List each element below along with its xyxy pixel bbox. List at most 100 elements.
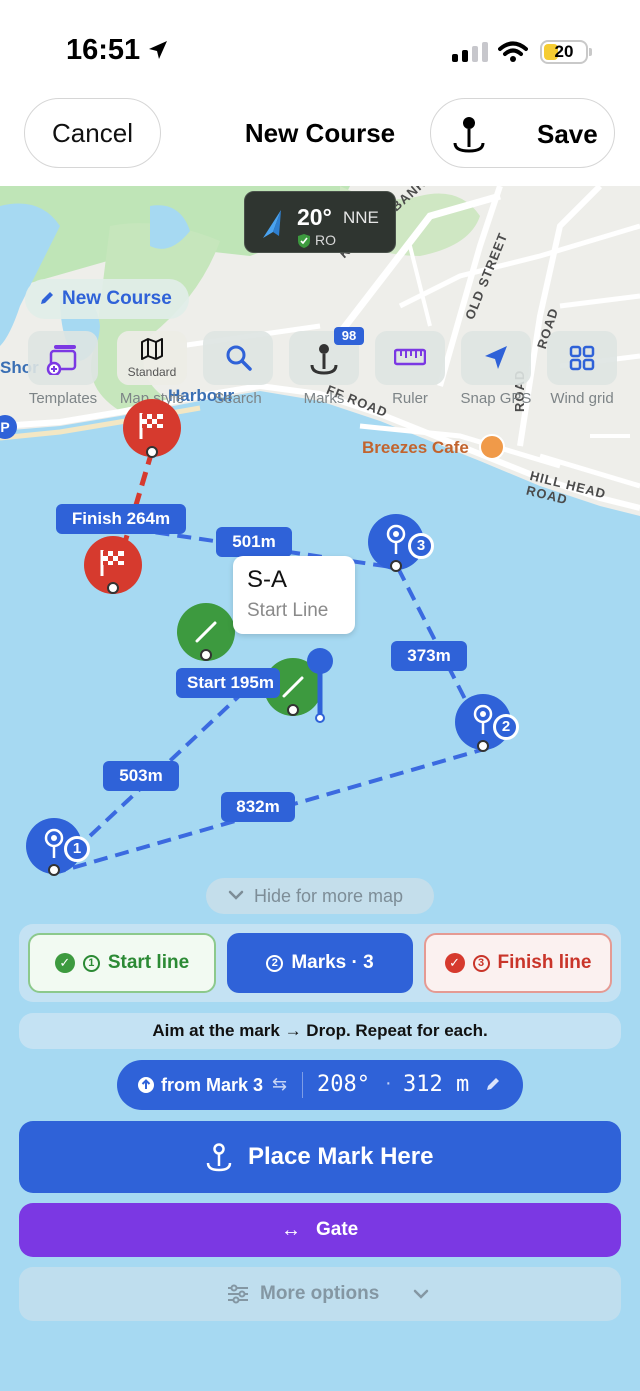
mark-number-badge: 1 [64,836,90,862]
checkered-flag-icon [100,550,124,576]
marks-count-badge: 98 [334,327,364,345]
swap-icon[interactable]: ⇆ [272,1074,287,1095]
check-icon: ✓ [444,953,465,973]
templates-icon [46,345,77,375]
finish-distance-label: Finish 264m [56,504,186,534]
snap-gps-button[interactable] [461,331,531,385]
checkered-flag-icon [139,413,163,439]
step-start-line[interactable]: ✓ 1 Start line [28,933,216,993]
anchor-pin-icon [453,117,485,153]
sliders-icon [228,1284,248,1304]
leg-distance-label: 373m [391,641,467,671]
battery-cap [589,48,592,56]
page-title: New Course [244,118,396,148]
search-button[interactable] [203,331,273,385]
map-icon [141,338,163,360]
save-label: Save [537,119,598,149]
wind-source: RO [315,232,336,248]
wind-grid-label: Wind grid [550,390,614,407]
check-icon: ✓ [54,953,75,973]
anchor-pin-icon [310,344,338,375]
start-line-marker[interactable] [177,603,235,661]
pin-icon [44,828,64,858]
wifi-icon [498,41,528,62]
gate-button[interactable]: ↔ Gate [19,1203,621,1257]
ruler-icon [394,348,426,366]
course-name: New Course [62,288,172,309]
leg-distance-label: 501m [216,527,292,557]
leg-distance-label: 832m [221,792,295,822]
parking-icon: P [0,415,17,439]
templates-button[interactable] [28,331,98,385]
grid-icon [569,345,595,371]
course-steps: ✓ 1 Start line 2 Marks · 3 ✓ 3 Finish li… [19,924,621,1002]
hide-panel-label: Hide for more map [254,886,404,906]
mark-number-badge: 2 [493,714,519,740]
chevron-down-icon [228,890,244,900]
shield-check-icon [298,234,310,248]
map-style-value: Standard [127,365,177,379]
step-number: 3 [472,954,490,972]
step-label: Finish line [497,952,592,973]
step-label: Start line [107,952,190,973]
battery-indicator: 20 [540,40,588,64]
arrow-up-circle-icon [138,1077,154,1093]
distance-value: 312 m [403,1072,470,1097]
anchor-pin-icon [206,1143,232,1172]
pin-icon [386,524,406,554]
save-button[interactable]: Save [430,98,615,168]
snap-gps-label: Snap GPS [460,390,532,407]
separator-dot: · [385,1072,392,1094]
search-icon [226,345,252,371]
chevron-down-icon [413,1289,429,1299]
wind-grid-button[interactable] [547,331,617,385]
wind-indicator[interactable]: 20° NNE RO [244,191,396,253]
cellular-signal-icon [452,42,488,62]
map-style-button[interactable]: Standard [117,331,187,385]
place-mark-button[interactable]: Place Mark Here [19,1121,621,1193]
coffee-icon [479,434,505,460]
slash-icon [195,621,217,643]
ruler-button[interactable] [375,331,445,385]
divider [302,1072,303,1098]
pin-icon [473,704,493,734]
clock: 16:51 [66,34,141,66]
step-number: 1 [82,954,100,972]
bearing-value: 208° [317,1072,370,1097]
mark-tooltip[interactable]: S-A Start Line [233,556,355,634]
cancel-button[interactable]: Cancel [24,98,161,168]
wind-degrees: 20° [297,204,332,230]
svg-text:P: P [0,419,9,435]
nav-header: Cancel New Course Save [0,96,640,186]
battery-level: 20 [554,42,574,61]
bearing-distance-chip[interactable]: from Mark 3 ⇆ 208° · 312 m [117,1060,523,1110]
mark-number-badge: 3 [408,533,434,559]
wind-direction: NNE [343,208,379,227]
ruler-label: Ruler [392,390,428,407]
hide-panel-button[interactable]: Hide for more map [206,878,434,914]
arrows-horizontal-icon: ↔ [281,1219,301,1241]
finish-flag-marker[interactable] [123,399,181,458]
step-marks[interactable]: 2 Marks · 3 [227,933,413,993]
tooltip-subtitle: Start Line [247,600,329,621]
step-finish-line[interactable]: ✓ 3 Finish line [424,933,612,993]
more-options-button[interactable]: More options [19,1267,621,1321]
course-name-chip[interactable]: New Course [25,279,189,319]
pencil-icon [41,292,53,304]
tooltip-title: S-A [247,566,288,593]
drag-handle[interactable] [304,646,336,726]
step-number: 2 [266,954,284,972]
wind-arrow-icon [263,210,281,238]
location-arrow-icon [149,41,167,59]
gate-label: Gate [316,1219,359,1240]
finish-flag-marker[interactable] [84,536,142,594]
navigation-arrow-icon [485,346,507,369]
reference-mark-label: from Mark 3 [161,1075,264,1095]
more-options-label: More options [260,1283,380,1304]
pencil-icon[interactable] [485,1076,501,1092]
cafe-label: Breezes Cafe [362,438,469,457]
search-label: Search [214,390,262,407]
marks-label: Marks [303,390,345,407]
templates-label: Templates [28,390,98,407]
start-line-distance-label: Start 195m [176,668,280,698]
